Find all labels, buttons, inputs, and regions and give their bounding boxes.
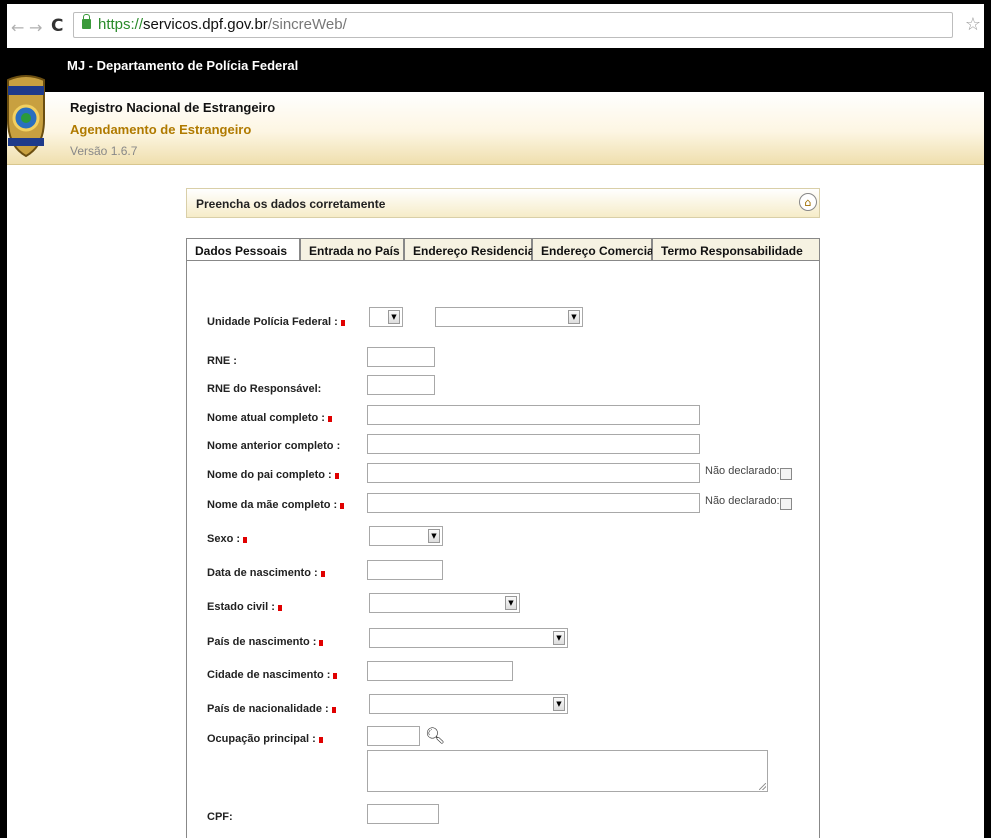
nome-anterior-input[interactable] xyxy=(367,434,700,454)
pais-nacionalidade-select[interactable]: ▼ xyxy=(369,694,568,714)
search-icon[interactable]: 🔍︎ xyxy=(425,726,445,745)
ocupacao-code-input[interactable] xyxy=(367,726,420,746)
data-nascimento-input[interactable] xyxy=(367,560,443,580)
label-cidade-nascimento: Cidade de nascimento : xyxy=(207,669,338,681)
cpf-input[interactable] xyxy=(367,804,439,824)
lock-icon xyxy=(82,14,91,29)
required-marker xyxy=(277,605,282,611)
tab-termo-responsabilidade[interactable]: Termo Responsabilidade xyxy=(652,238,820,260)
sexo-select[interactable]: ▼ xyxy=(369,526,443,546)
police-badge-icon xyxy=(7,75,45,158)
label-nome-anterior: Nome anterior completo : xyxy=(207,440,341,452)
required-marker xyxy=(340,503,345,509)
tab-endereco-comercial[interactable]: Endereço Comercial xyxy=(532,238,657,260)
chevron-down-icon: ▼ xyxy=(568,310,580,324)
label-sexo: Sexo : xyxy=(207,533,248,545)
label-pais-nacionalidade: País de nacionalidade : xyxy=(207,703,336,715)
required-marker xyxy=(331,707,336,713)
chevron-down-icon: ▼ xyxy=(388,310,400,324)
chevron-down-icon: ▼ xyxy=(505,596,517,610)
nome-pai-input[interactable] xyxy=(367,463,700,483)
label-nome-mae: Nome da mãe completo : xyxy=(207,499,345,511)
label-nome-atual: Nome atual completo : xyxy=(207,412,332,424)
org-title: MJ - Departamento de Polícia Federal xyxy=(67,58,299,73)
version-label: Versão 1.6.7 xyxy=(70,144,138,158)
rne-responsavel-input[interactable] xyxy=(367,375,435,395)
system-title: Registro Nacional de Estrangeiro xyxy=(70,100,276,115)
bookmark-star-icon[interactable]: ☆ xyxy=(965,14,981,35)
required-marker xyxy=(243,537,248,543)
home-icon[interactable]: ⌂ xyxy=(799,193,817,211)
required-marker xyxy=(333,673,338,679)
browser-toolbar: ← → C https://servicos.dpf.gov.br/sincre… xyxy=(7,4,984,49)
required-marker xyxy=(334,473,339,479)
label-ocupacao: Ocupação principal : xyxy=(207,733,323,745)
resize-grip-icon[interactable] xyxy=(759,783,766,790)
panel-title: Preencha os dados corretamente xyxy=(196,197,386,211)
required-marker xyxy=(318,737,323,743)
nao-declarado-pai-checkbox[interactable] xyxy=(780,468,792,480)
forward-arrow-icon[interactable]: → xyxy=(29,18,42,37)
back-arrow-icon[interactable]: ← xyxy=(11,18,24,37)
reload-icon[interactable]: C xyxy=(51,16,63,36)
module-title: Agendamento de Estrangeiro xyxy=(70,122,252,137)
site-top-bar: MJ - Departamento de Polícia Federal xyxy=(7,48,984,92)
required-marker xyxy=(340,320,345,326)
rne-input[interactable] xyxy=(367,347,435,367)
chevron-down-icon: ▼ xyxy=(553,631,565,645)
label-pais-nascimento: País de nascimento : xyxy=(207,636,324,648)
unidade-select[interactable]: ▼ xyxy=(435,307,583,327)
address-bar[interactable]: https://servicos.dpf.gov.br/sincreWeb/ xyxy=(73,12,953,38)
nome-atual-input[interactable] xyxy=(367,405,700,425)
form-panel-header: Preencha os dados corretamente ⌂ xyxy=(186,188,820,218)
unidade-uf-select[interactable]: ▼ xyxy=(369,307,403,327)
tab-entrada-no-pais[interactable]: Entrada no País xyxy=(300,238,404,260)
nao-declarado-pai-label: Não declarado: xyxy=(705,465,780,477)
label-rne-responsavel: RNE do Responsável: xyxy=(207,383,322,395)
cidade-nascimento-input[interactable] xyxy=(367,661,513,681)
ocupacao-description-textarea[interactable] xyxy=(367,750,768,792)
tab-endereco-residencial[interactable]: Endereço Residencial xyxy=(404,238,538,260)
nao-declarado-mae-label: Não declarado: xyxy=(705,495,780,507)
url-text[interactable]: https://servicos.dpf.gov.br/sincreWeb/ xyxy=(98,16,347,33)
estado-civil-select[interactable]: ▼ xyxy=(369,593,520,613)
label-unidade: Unidade Polícia Federal : xyxy=(207,316,345,328)
label-estado-civil: Estado civil : xyxy=(207,601,282,613)
required-marker xyxy=(320,571,325,577)
tab-dados-pessoais[interactable]: Dados Pessoais xyxy=(186,238,300,262)
chevron-down-icon: ▼ xyxy=(553,697,565,711)
nome-mae-input[interactable] xyxy=(367,493,700,513)
pais-nascimento-select[interactable]: ▼ xyxy=(369,628,568,648)
label-cpf: CPF: xyxy=(207,811,233,823)
label-data-nascimento: Data de nascimento : xyxy=(207,567,325,579)
nao-declarado-mae-checkbox[interactable] xyxy=(780,498,792,510)
label-nome-pai: Nome do pai completo : xyxy=(207,469,339,481)
chevron-down-icon: ▼ xyxy=(428,529,440,543)
required-marker xyxy=(327,416,332,422)
label-rne: RNE : xyxy=(207,355,237,367)
required-marker xyxy=(319,640,324,646)
